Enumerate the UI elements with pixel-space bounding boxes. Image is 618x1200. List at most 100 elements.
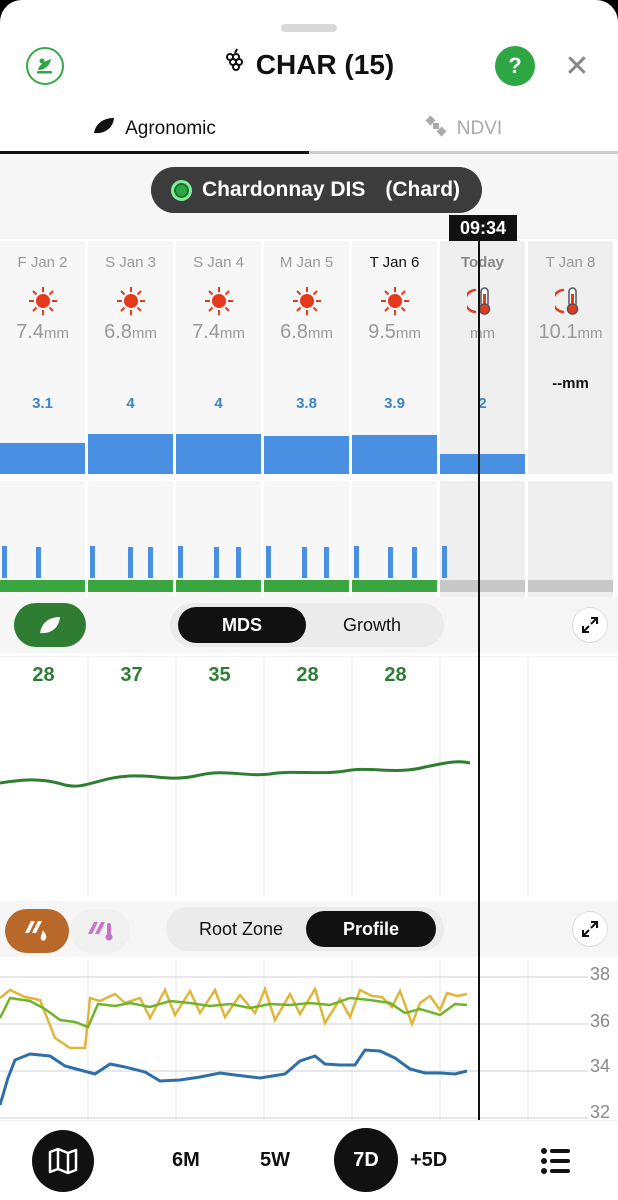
rain-value: 10.1mm [538, 321, 603, 343]
grape-icon [224, 48, 246, 81]
zone-variety: (Chard) [385, 178, 461, 201]
et-value: 2 [478, 395, 487, 412]
soil-line-yellow [0, 985, 468, 1050]
day-column[interactable]: S Jan 4 7.4mm 4 [176, 241, 263, 603]
day-column[interactable]: Today mm 2 [440, 241, 527, 603]
irrigation-tick [128, 547, 133, 578]
axis-label-34: 34 [590, 1056, 611, 1076]
expand-icon[interactable] [572, 911, 608, 947]
et-value: --mm [552, 375, 589, 392]
profile-option[interactable]: Profile [306, 911, 436, 947]
growth-stage-bar [352, 580, 437, 592]
growth-option[interactable]: Growth [308, 607, 436, 643]
help-button[interactable]: ? [495, 46, 535, 86]
day-column[interactable]: T Jan 6 9.5mm 3.9 [352, 241, 439, 603]
range-plus-5d[interactable]: +5D [410, 1149, 447, 1172]
rain-value: 9.5mm [368, 321, 421, 343]
soil-line-blue [0, 1048, 468, 1106]
soil-profile-chart [0, 960, 588, 1120]
et-value: 3.9 [384, 395, 405, 412]
current-time-line [478, 241, 480, 1120]
day-label: Today [460, 254, 505, 271]
mds-controls: MDS Growth [0, 597, 618, 653]
mds-value: 35 [208, 664, 231, 686]
tab-agronomic-label: Agronomic [125, 117, 216, 139]
et-value: 3.1 [32, 395, 53, 412]
irrigation-tick [36, 547, 41, 578]
range-6m[interactable]: 6M [172, 1149, 200, 1172]
et-bar [440, 454, 525, 474]
rootzone-profile-toggle: Root Zone Profile [166, 907, 444, 951]
root-zone-option[interactable]: Root Zone [174, 911, 308, 947]
tab-ndvi-label: NDVI [456, 117, 503, 139]
et-value: 3.8 [296, 395, 317, 412]
soil-temperature-toggle[interactable] [70, 909, 130, 953]
day-column[interactable]: T Jan 8 10.1mm --mm [528, 241, 615, 603]
day-column[interactable]: M Jan 5 6.8mm 3.8 [264, 241, 351, 603]
row-separator [440, 474, 525, 481]
irrigation-tick [412, 547, 417, 578]
mds-line [0, 760, 471, 788]
et-value: 4 [214, 395, 223, 412]
day-column[interactable]: S Jan 3 6.8mm 4 [88, 241, 175, 603]
day-label: S Jan 4 [193, 254, 244, 271]
et-value: 4 [126, 395, 135, 412]
mds-value: 28 [384, 664, 407, 686]
sun-icon [352, 285, 437, 317]
growth-stage-bar [440, 580, 525, 592]
expand-icon[interactable] [572, 607, 608, 643]
hot-thermometer-icon [528, 285, 613, 317]
bottom-sheet: CHAR (15) ? ✕ Agronomic NDVI Chardonnay … [0, 0, 618, 1200]
leaf-icon [93, 117, 115, 141]
growth-stage-bar [88, 580, 173, 592]
day-label: M Jan 5 [279, 254, 334, 271]
irrigation-tick [354, 546, 359, 578]
day-label: T Jan 6 [369, 254, 420, 271]
soil-moisture-icon [25, 921, 47, 941]
irrigation-tick [90, 546, 95, 578]
list-menu-icon[interactable] [540, 1147, 572, 1175]
day-column[interactable]: F Jan 2 7.4mm 3.1 [0, 241, 87, 603]
day-label: F Jan 2 [17, 254, 68, 271]
close-button[interactable]: ✕ [562, 48, 592, 84]
map-button[interactable] [32, 1130, 94, 1192]
rain-value: mm [470, 325, 495, 342]
hot-thermometer-icon [440, 285, 525, 317]
soil-controls: Root Zone Profile [0, 901, 618, 957]
tab-agronomic[interactable]: Agronomic [0, 106, 309, 154]
leaf-icon [40, 617, 60, 634]
rain-value: 6.8mm [104, 321, 157, 343]
day-label: S Jan 3 [105, 254, 156, 271]
crop-view-toggle[interactable] [14, 603, 86, 647]
view-tabs: Agronomic NDVI [0, 106, 618, 154]
row-separator [0, 474, 85, 481]
row-separator [176, 474, 261, 481]
et-bar [88, 434, 173, 474]
irrigation-tick [2, 546, 7, 578]
sun-icon [0, 285, 85, 317]
axis-label-36: 36 [590, 1011, 611, 1031]
et-bar [176, 434, 261, 474]
sheet-grabber[interactable] [281, 24, 337, 32]
current-time-flag: 09:34 [449, 215, 517, 241]
growth-stage-bar [176, 580, 261, 592]
soil-temperature-icon [88, 922, 113, 941]
rain-value: 6.8mm [280, 321, 333, 343]
irrigation-tick [214, 547, 219, 578]
sun-icon [264, 285, 349, 317]
irrigation-tick [266, 546, 271, 578]
row-separator [264, 474, 349, 481]
mds-growth-toggle: MDS Growth [170, 603, 444, 647]
mds-option[interactable]: MDS [178, 607, 306, 643]
tab-ndvi[interactable]: NDVI [309, 106, 618, 154]
day-label: T Jan 8 [545, 254, 596, 271]
range-7d[interactable]: 7D [334, 1128, 398, 1192]
range-5w[interactable]: 5W [260, 1149, 290, 1172]
axis-label-38: 38 [590, 964, 611, 984]
mds-value: 28 [32, 664, 55, 686]
growth-stage-bar [528, 580, 613, 592]
zone-selector[interactable]: Chardonnay DIS (Chard) [151, 167, 482, 213]
mds-chart [0, 656, 618, 896]
zone-name: Chardonnay DIS [202, 178, 366, 201]
soil-moisture-toggle[interactable] [5, 909, 69, 953]
